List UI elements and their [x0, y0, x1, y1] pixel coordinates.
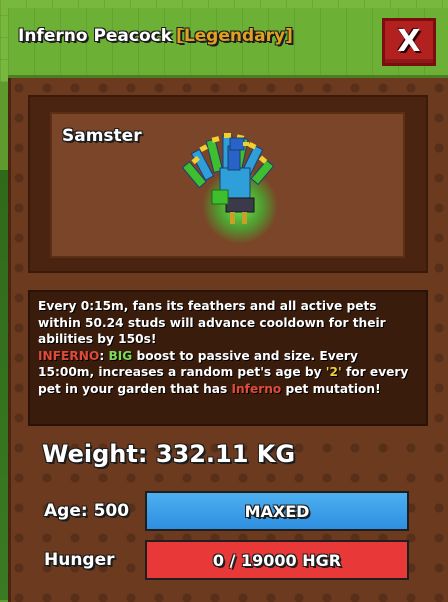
hunger-label: Hunger	[44, 550, 115, 570]
owner-name: Samster	[62, 126, 142, 146]
hunger-bar: 0 / 19000 HGR	[145, 540, 409, 580]
ability-text: Every 0:15m, fans its feathers and all a…	[38, 298, 418, 397]
age-bar-text: MAXED	[244, 501, 310, 521]
ability-description: Every 0:15m, fans its feathers and all a…	[28, 290, 428, 426]
pet-title: Inferno Peacock [Legendary]	[18, 26, 293, 46]
age-bar: MAXED	[145, 491, 409, 531]
boost-word: BIG	[108, 348, 133, 363]
close-icon[interactable]: X	[385, 21, 433, 63]
age-label: Age: 500	[44, 501, 130, 521]
mutation-tag: INFERNO	[38, 348, 100, 363]
grass-background-left	[0, 170, 8, 600]
mutation-word: Inferno	[231, 381, 282, 396]
weight-label: Weight: 332.11 KG	[42, 440, 296, 468]
ability-line-2c: pet mutation!	[281, 381, 381, 396]
rarity-label: [Legendary]	[176, 26, 293, 46]
age-amount: '2'	[325, 365, 342, 379]
hunger-bar-text: 0 / 19000 HGR	[212, 550, 342, 570]
peacock-icon	[181, 133, 278, 244]
pet-name: Inferno Peacock	[18, 26, 173, 46]
ability-line-1: Every 0:15m, fans its feathers and all a…	[38, 299, 386, 346]
close-button[interactable]: X	[382, 18, 436, 66]
